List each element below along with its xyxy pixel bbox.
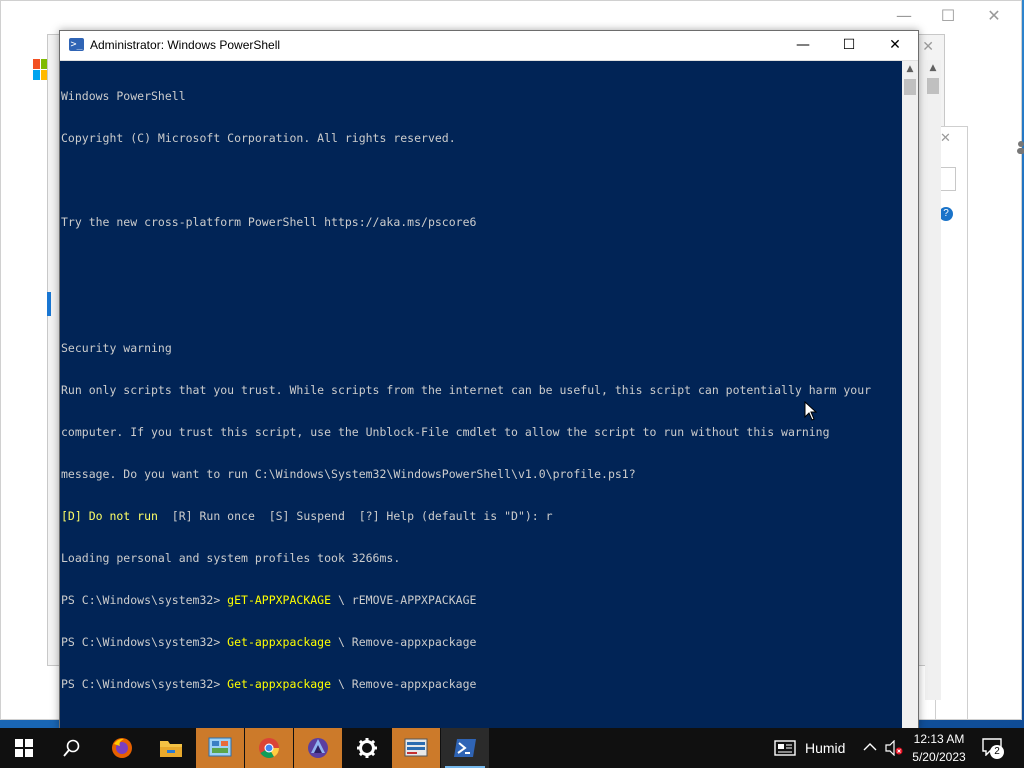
choices-line: [D] Do not run [R] Run once [S] Suspend … [61, 509, 901, 523]
outer-scroll-up-icon[interactable]: ▲ [925, 60, 941, 76]
prompt-line: PS C:\Windows\system32> gET-APPXPACKAGE … [61, 593, 901, 607]
console-scrollbar[interactable]: ▲ [902, 61, 918, 729]
prompt: PS C:\Windows\system32> [61, 677, 228, 691]
third-window-close-icon[interactable]: ✕ [940, 131, 951, 146]
command-args: \ rEMOVE-APPXPACKAGE [331, 593, 477, 607]
cmdlet: Get-appxpackage [227, 635, 332, 649]
close-button[interactable]: ✕ [872, 31, 918, 60]
console-output[interactable]: Windows PowerShell Copyright (C) Microso… [61, 61, 901, 727]
firefox-icon [112, 738, 132, 758]
taskbar-powershell[interactable] [441, 728, 489, 768]
taskbar-control-panel[interactable] [196, 728, 244, 768]
selection-accent [47, 292, 51, 316]
outer-scrollbar[interactable]: ▲ [925, 60, 941, 700]
folder-icon [160, 741, 182, 757]
notification-center-button[interactable]: 2 [982, 738, 1004, 759]
powershell-window[interactable]: >_ Administrator: Windows PowerShell — ☐… [59, 30, 919, 730]
bg-minimize-icon[interactable]: — [881, 5, 927, 27]
console-line: Copyright (C) Microsoft Corporation. All… [61, 131, 456, 145]
windows-logo-icon [15, 739, 33, 757]
console-line: Windows PowerShell [61, 89, 186, 103]
notification-count-badge: 2 [990, 745, 1004, 759]
server-manager-icon [404, 738, 428, 757]
default-choice: [D] Do not run [61, 509, 158, 523]
news-icon[interactable] [774, 740, 796, 756]
powershell-icon: >_ [69, 38, 84, 51]
search-button[interactable] [48, 728, 96, 768]
second-window-close-icon[interactable]: ✕ [922, 39, 934, 55]
console-line: Security warning [61, 341, 172, 355]
maximize-button[interactable]: ☐ [826, 31, 872, 60]
start-button[interactable] [0, 728, 48, 768]
search-icon [63, 739, 80, 757]
console-line: message. Do you want to run C:\Windows\S… [61, 467, 636, 481]
powershell-icon [454, 739, 476, 757]
outer-scroll-thumb[interactable] [927, 78, 939, 94]
console-line: Try the new cross-platform PowerShell ht… [61, 215, 477, 229]
prompt-line: PS C:\Windows\system32> Get-appxpackage … [61, 677, 901, 691]
console-line: Loading personal and system profiles too… [61, 551, 401, 565]
taskbar-media-app[interactable] [294, 728, 342, 768]
title-bar[interactable]: >_ Administrator: Windows PowerShell — ☐… [60, 31, 918, 61]
cmdlet: Get-appxpackage [227, 677, 332, 691]
bg-maximize-icon[interactable]: ☐ [925, 5, 971, 27]
taskbar-settings[interactable] [343, 728, 391, 768]
minimize-button[interactable]: — [780, 31, 826, 60]
choices-rest: [R] Run once [S] Suspend [?] Help (defau… [157, 509, 553, 523]
help-icon[interactable]: ? [939, 207, 953, 221]
gear-icon [357, 738, 377, 758]
chevron-up-icon[interactable] [863, 742, 877, 752]
taskbar-firefox[interactable] [98, 728, 146, 768]
control-panel-icon [208, 737, 232, 757]
scroll-thumb[interactable] [904, 79, 916, 95]
prompt: PS C:\Windows\system32> [61, 593, 228, 607]
bg-close-icon[interactable]: ✕ [971, 5, 1017, 27]
taskbar-file-explorer[interactable] [147, 728, 195, 768]
cmdlet: gET-APPXPACKAGE [227, 593, 332, 607]
user-icon [1017, 141, 1024, 154]
edge-icons [1016, 130, 1024, 170]
weather-label[interactable]: Humid [805, 740, 845, 756]
clock-time: 12:13 AM [913, 732, 965, 746]
clock-date: 5/20/2023 [912, 750, 966, 764]
chrome-icon [259, 738, 280, 758]
prompt: PS C:\Windows\system32> [61, 635, 228, 649]
command-args: \ Remove-appxpackage [331, 635, 477, 649]
prompt-line: PS C:\Windows\system32> Get-appxpackage … [61, 635, 901, 649]
taskbar-server-manager[interactable] [392, 728, 440, 768]
media-icon [308, 738, 328, 758]
mouse-cursor-icon [804, 401, 818, 421]
console-line: computer. If you trust this script, use … [61, 425, 830, 439]
console-line: Run only scripts that you trust. While s… [61, 383, 872, 397]
command-args: \ Remove-appxpackage [331, 677, 477, 691]
scroll-up-icon[interactable]: ▲ [902, 61, 918, 77]
taskbar: Humid 12:13 AM 5/20/2023 2 [0, 728, 1024, 768]
window-title: Administrator: Windows PowerShell [90, 38, 281, 52]
clock[interactable]: 12:13 AM 5/20/2023 [900, 730, 978, 766]
taskbar-chrome[interactable] [245, 728, 293, 768]
